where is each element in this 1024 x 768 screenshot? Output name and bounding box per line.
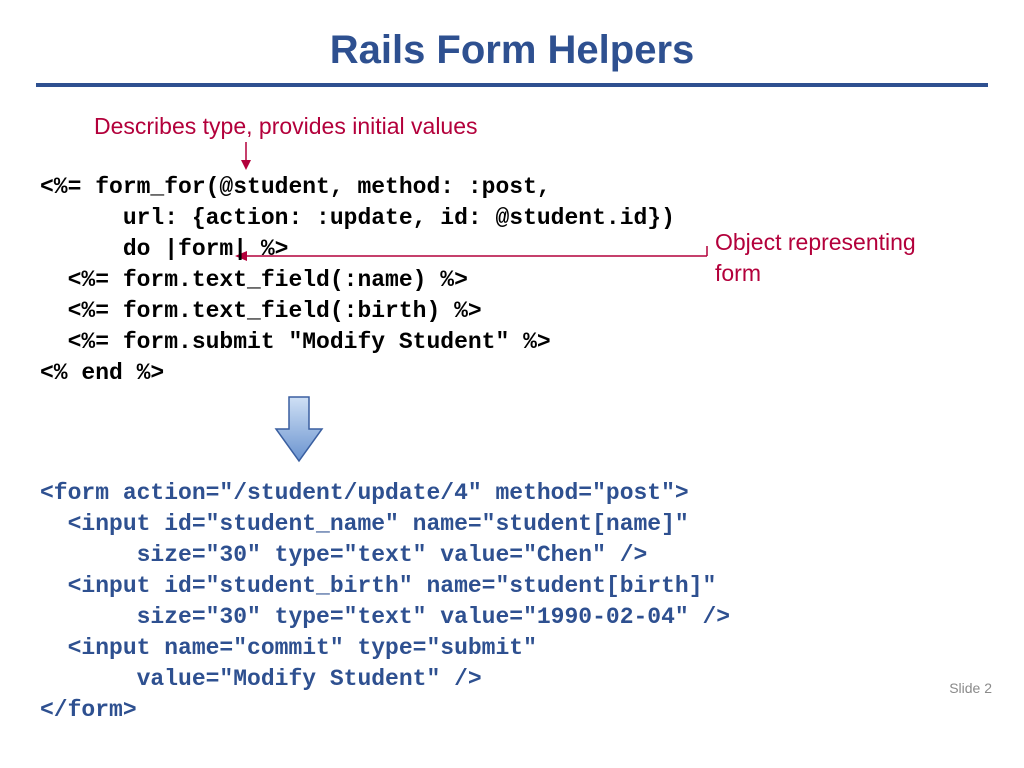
html-l4: <input id="student_birth" name="student[… (40, 573, 716, 599)
html-l3: size="30" type="text" value="Chen" /> (40, 542, 647, 568)
html-l1: <form action="/student/update/4" method=… (40, 480, 689, 506)
annotation-object-rep: Object representing form (715, 227, 916, 289)
erb-l4: <%= form.text_field(:name) %> (40, 267, 468, 293)
html-output-block: <form action="/student/update/4" method=… (40, 478, 730, 726)
html-l8: </form> (40, 697, 137, 723)
html-l6: <input name="commit" type="submit" (40, 635, 537, 661)
annotation-object-rep-l2: form (715, 260, 761, 286)
arrow-down-large-icon (274, 395, 324, 465)
arrow-down-small-icon (236, 140, 256, 172)
annotation-object-rep-l1: Object representing (715, 229, 916, 255)
html-l5: size="30" type="text" value="1990-02-04"… (40, 604, 730, 630)
slide-title: Rails Form Helpers (0, 0, 1024, 83)
slide-number: Slide 2 (949, 680, 992, 696)
html-l2: <input id="student_name" name="student[n… (40, 511, 689, 537)
erb-l7: <% end %> (40, 360, 164, 386)
erb-code-block: <%= form_for(@student, method: :post, ur… (40, 172, 675, 389)
erb-l3: do |form| %> (40, 236, 288, 262)
erb-l2: url: {action: :update, id: @student.id}) (40, 205, 675, 231)
annotation-describes: Describes type, provides initial values (94, 113, 478, 140)
title-rule (36, 83, 988, 87)
erb-l1: <%= form_for(@student, method: :post, (40, 174, 551, 200)
erb-l5: <%= form.text_field(:birth) %> (40, 298, 482, 324)
html-l7: value="Modify Student" /> (40, 666, 482, 692)
erb-l6: <%= form.submit "Modify Student" %> (40, 329, 551, 355)
